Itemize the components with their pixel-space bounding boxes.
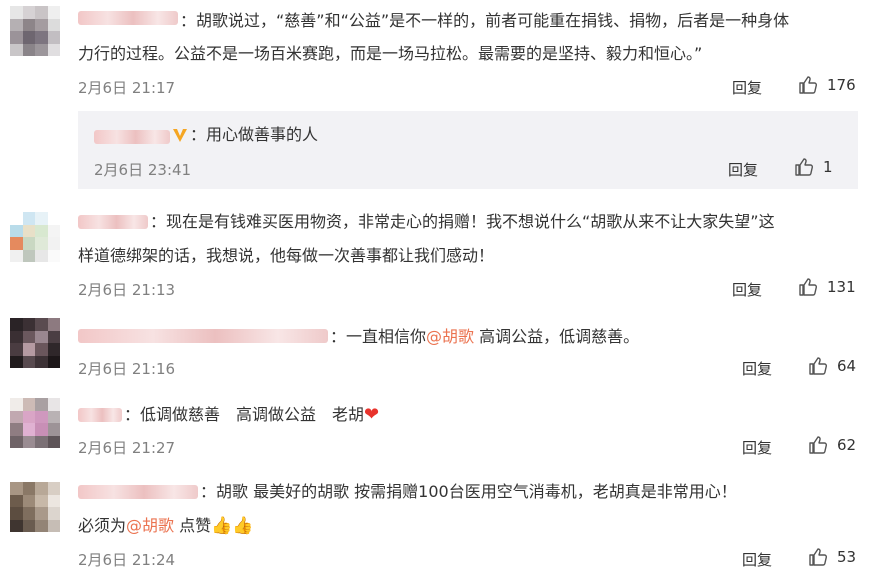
reply-button[interactable]: 回复 [742, 358, 772, 379]
comment-list: ：胡歌说过，“慈善”和“公益”是不一样的，前者可能重在捐钱、捐物，后者是一种身体… [0, 0, 876, 576]
timestamp: 2月6日 21:24 [78, 551, 176, 569]
comment-text-cont: 样道德绑架的话，我想说，他每做一次善事都让我们感动！ [78, 240, 868, 271]
reply-button[interactable]: 回复 [742, 549, 772, 570]
like-count: 176 [827, 76, 856, 94]
avatar[interactable] [10, 398, 60, 448]
like-button[interactable]: 176 [798, 75, 856, 95]
thumbs-up-icon [799, 278, 818, 296]
reply-button[interactable]: 回复 [728, 159, 758, 180]
thumbs-up-icon [809, 436, 828, 454]
sub-reply: ：用心做善事的人 2月6日 23:41 回复 1 [78, 111, 858, 189]
username[interactable] [78, 11, 178, 25]
timestamp: 2月6日 21:16 [78, 360, 176, 378]
username[interactable] [94, 130, 170, 144]
like-count: 1 [823, 158, 833, 176]
like-button[interactable]: 53 [808, 547, 856, 567]
timestamp: 2月6日 21:13 [78, 281, 176, 299]
comment-item: ：低调做慈善 高调做公益 老胡❤ 2月6日 21:27 回复 62 [0, 390, 876, 470]
thumbs-up-emoji: 👍👍 [211, 516, 254, 536]
comment-line: 样道德绑架的话，我想说，他每做一次善事都让我们感动！ [78, 246, 495, 265]
comment-item: ：一直相信你@胡歌 高调公益，低调慈善。 2月6日 21:16 回复 64 [0, 310, 876, 390]
comment-text-cont: 力行的过程。公益不是一场百米赛跑，而是一场马拉松。最需要的是坚持、毅力和恒心。” [78, 38, 868, 69]
username[interactable] [78, 485, 198, 499]
like-count: 53 [837, 548, 857, 566]
comment-text: ：￼胡歌 ￼最美好的胡歌 按需捐赠100台医用空气消毒机，老胡真是非常用心！ [200, 476, 870, 507]
comment-body: ：低调做慈善 高调做公益 老胡 [124, 405, 365, 424]
avatar[interactable] [10, 482, 60, 532]
reply-button[interactable]: 回复 [742, 437, 772, 458]
mention-link[interactable]: @胡歌 [126, 516, 174, 535]
like-count: 64 [837, 357, 857, 375]
timestamp: 2月6日 23:41 [94, 161, 192, 179]
username[interactable] [78, 215, 148, 229]
timestamp: 2月6日 21:17 [78, 79, 176, 97]
comment-suffix: 高调公益，低调慈善。 [474, 327, 640, 346]
comment-item: ：现在是有钱难买医用物资，非常走心的捐赠！我不想说什么“胡歌从来不让大家失望”这… [0, 200, 876, 310]
thumbs-up-icon [795, 158, 814, 176]
comment-text: ：一直相信你@胡歌 高调公益，低调慈善。 [330, 321, 870, 352]
heart-emoji: ❤ [364, 404, 380, 425]
comment-prefix: ：一直相信你 [330, 327, 427, 346]
comment-line: ：￼胡歌 ￼最美好的胡歌 按需捐赠100台医用空气消毒机，老胡真是非常用心！ [200, 482, 737, 501]
thumbs-up-icon [799, 76, 818, 94]
comment-line: 力行的过程。公益不是一场百米赛跑，而是一场马拉松。最需要的是坚持、毅力和恒心。” [78, 44, 703, 63]
comment-line: ：胡歌说过，“慈善”和“公益”是不一样的，前者可能重在捐钱、捐物，后者是一种身体 [180, 11, 790, 30]
mention-link[interactable]: @胡歌 [426, 327, 474, 346]
thumbs-up-icon [809, 357, 828, 375]
like-button[interactable]: 131 [798, 277, 856, 297]
comment-text: ：现在是有钱难买医用物资，非常走心的捐赠！我不想说什么“胡歌从来不让大家失望”这 [150, 206, 870, 237]
avatar[interactable] [10, 318, 60, 368]
thumbs-up-icon [809, 548, 828, 566]
verified-badge-icon [173, 129, 187, 142]
reply-button[interactable]: 回复 [732, 279, 762, 300]
timestamp: 2月6日 21:27 [78, 439, 176, 457]
comment-text: ：胡歌说过，“慈善”和“公益”是不一样的，前者可能重在捐钱、捐物，后者是一种身体 [180, 5, 870, 36]
like-button[interactable]: 1 [794, 157, 833, 177]
like-button[interactable]: 62 [808, 435, 856, 455]
comment-suffix: 点赞 [174, 516, 212, 535]
comment-text: ：低调做慈善 高调做公益 老胡❤ [124, 399, 824, 430]
comment-text-cont: 必须为@胡歌 点赞👍👍 [78, 510, 868, 542]
comment-line: ：现在是有钱难买医用物资，非常走心的捐赠！我不想说什么“胡歌从来不让大家失望”这 [150, 212, 775, 231]
username[interactable] [78, 329, 328, 343]
reply-button[interactable]: 回复 [732, 77, 762, 98]
avatar[interactable] [10, 212, 60, 262]
avatar[interactable] [10, 6, 60, 56]
like-button[interactable]: 64 [808, 356, 856, 376]
comment-prefix: 必须为 [78, 516, 127, 535]
username[interactable] [78, 408, 122, 422]
like-count: 131 [827, 278, 856, 296]
comment-item: ：胡歌说过，“慈善”和“公益”是不一样的，前者可能重在捐钱、捐物，后者是一种身体… [0, 0, 876, 200]
comment-item: ：￼胡歌 ￼最美好的胡歌 按需捐赠100台医用空气消毒机，老胡真是非常用心！ 必… [0, 470, 876, 576]
like-count: 62 [837, 436, 857, 454]
reply-text: ：用心做善事的人 [190, 125, 319, 144]
